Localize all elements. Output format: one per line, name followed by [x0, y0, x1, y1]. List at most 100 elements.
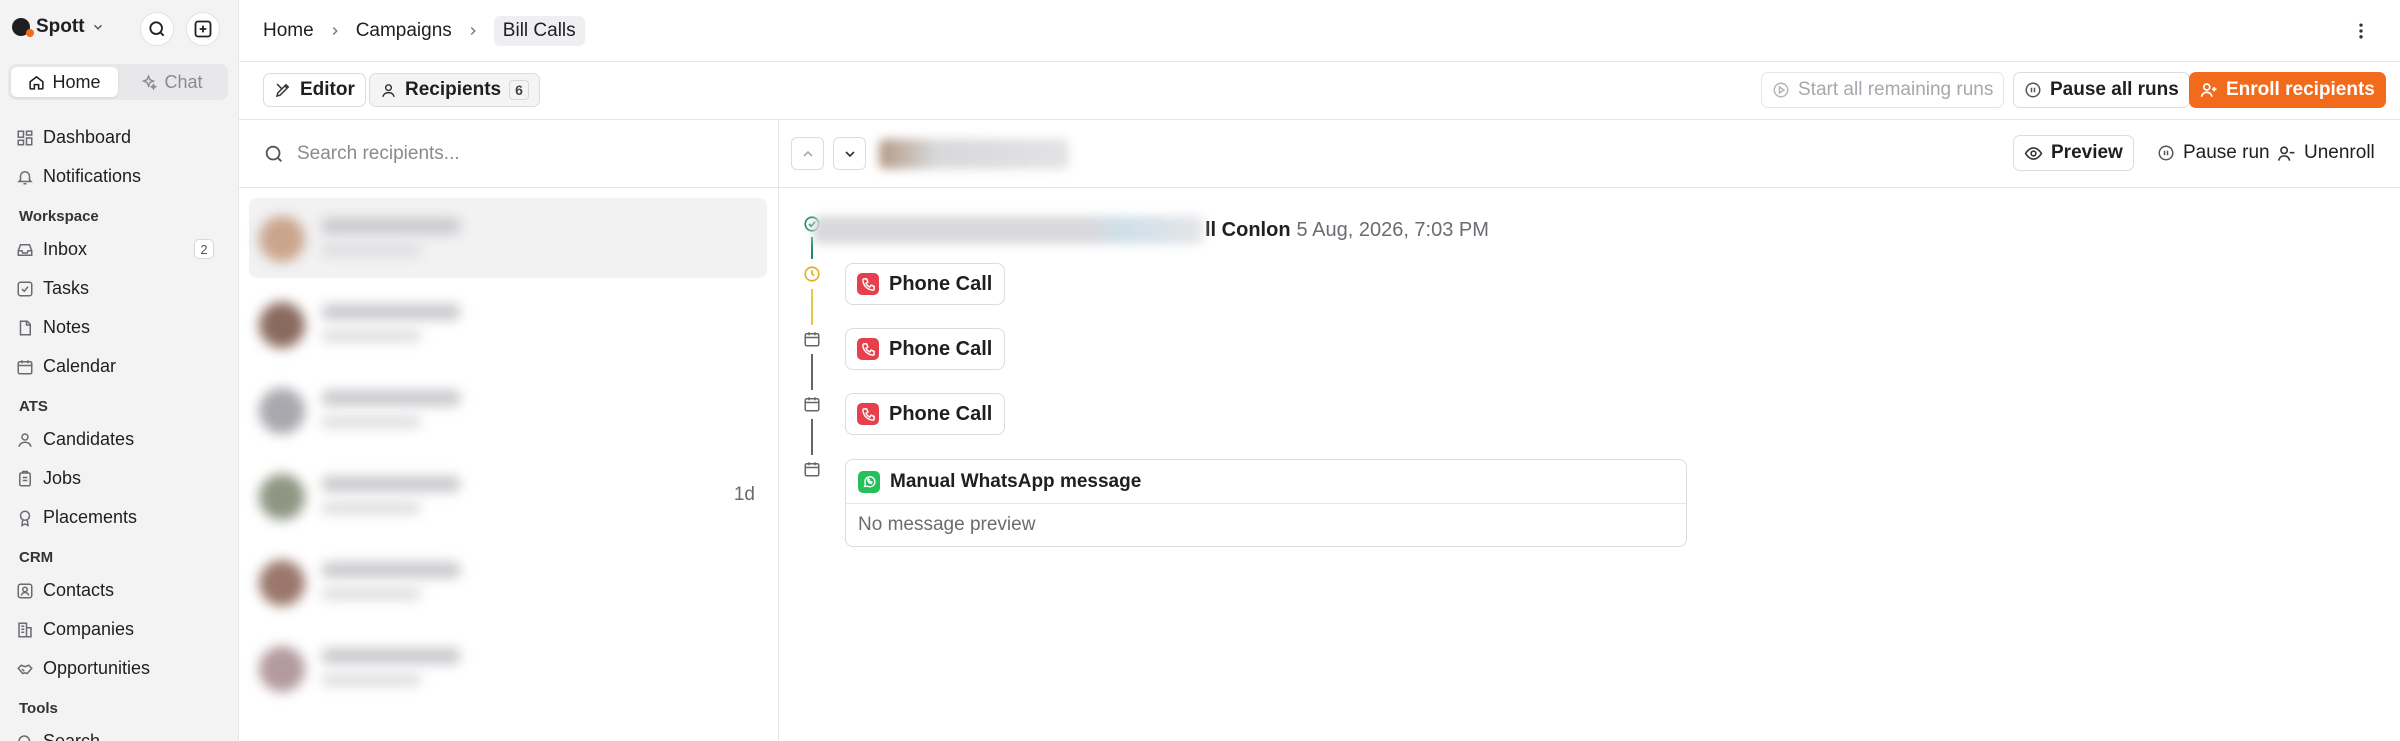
new-item-button[interactable]: [186, 12, 220, 46]
tab-chat-label: Chat: [164, 71, 203, 92]
search-icon: [18, 734, 31, 741]
sidebar-item-label: Jobs: [43, 468, 82, 488]
user-icon: [382, 83, 395, 97]
avatar: [259, 388, 305, 434]
preview-label: Preview: [2051, 142, 2123, 163]
sidebar-item-dashboard[interactable]: Dashboard: [0, 118, 238, 157]
sidebar-item-tasks[interactable]: Tasks: [0, 269, 238, 308]
search-recipients-input[interactable]: [297, 142, 757, 165]
sidebar-item-candidates[interactable]: Candidates: [0, 420, 238, 459]
whatsapp-icon: [858, 470, 880, 493]
timeline-connector: [811, 419, 813, 455]
unenroll-button[interactable]: Unenroll: [2267, 135, 2385, 171]
last-activity-time: 1d: [733, 484, 755, 505]
brand-name: Spott: [36, 16, 85, 37]
phone-call-step[interactable]: Phone Call: [845, 328, 1006, 370]
recipient-row[interactable]: [249, 542, 767, 622]
avatar: [259, 216, 305, 262]
pause-all-runs-button[interactable]: Pause all runs: [2013, 72, 2190, 108]
section-tools: Tools: [19, 700, 58, 717]
avatar: [259, 646, 305, 692]
avatar: [259, 560, 305, 606]
sidebar-item-opportunities[interactable]: Opportunities: [0, 649, 238, 688]
clipboard-icon: [19, 470, 31, 486]
breadcrumb-current[interactable]: Bill Calls: [493, 15, 585, 46]
inbox-count-badge: 2: [194, 239, 214, 259]
pause-run-label: Pause run: [2183, 142, 2270, 163]
sidebar-item-search[interactable]: Search: [0, 722, 238, 741]
search-icon: [149, 21, 165, 37]
recipient-row[interactable]: [249, 198, 767, 278]
pause-run-button[interactable]: Pause run: [2147, 135, 2280, 171]
dashboard-icon: [17, 130, 33, 145]
play-circle-icon: [1773, 82, 1789, 98]
breadcrumb-campaigns[interactable]: Campaigns: [356, 20, 452, 42]
recipient-row[interactable]: [249, 370, 767, 450]
recipient-search: [239, 120, 778, 188]
sidebar-item-label: Contacts: [43, 580, 115, 600]
section-ats: ATS: [19, 398, 48, 415]
redacted-detail: [321, 416, 421, 428]
sidebar-item-jobs[interactable]: Jobs: [0, 459, 238, 498]
breadcrumb: Home Campaigns Bill Calls: [239, 0, 2400, 62]
sidebar-item-label: Notes: [43, 317, 91, 337]
sidebar: Spott Home Chat Dashboard Notifications …: [0, 0, 238, 741]
search-button[interactable]: [140, 12, 174, 46]
sidebar-item-label: Opportunities: [43, 658, 151, 678]
run-recipient-name: ll Conlon: [1205, 218, 1291, 241]
plus-square-icon: [194, 20, 212, 38]
sidebar-item-companies[interactable]: Companies: [0, 610, 238, 649]
campaign-toolbar: Editor Recipients 6 Start all remaining …: [239, 62, 2400, 120]
workspace-switcher[interactable]: Spott: [12, 12, 105, 42]
sidebar-item-inbox[interactable]: Inbox 2: [0, 230, 238, 269]
redacted-name: [321, 476, 461, 492]
sidebar-item-notifications[interactable]: Notifications: [0, 157, 238, 196]
spott-logo: [12, 18, 34, 37]
sidebar-item-placements[interactable]: Placements: [0, 498, 238, 537]
pause-circle-icon: [2025, 82, 2041, 98]
check-square-icon: [17, 281, 33, 296]
sidebar-item-calendar[interactable]: Calendar: [0, 347, 238, 386]
phone-icon: [857, 273, 879, 295]
pause-circle-icon: [2158, 145, 2174, 161]
recipient-row[interactable]: [249, 628, 767, 708]
calendar-icon: [804, 462, 820, 477]
enroll-recipients-button[interactable]: Enroll recipients: [2189, 72, 2386, 108]
calendar-icon: [804, 332, 820, 347]
clock-icon: [804, 266, 820, 282]
sidebar-item-notes[interactable]: Notes: [0, 308, 238, 347]
editor-tab[interactable]: Editor: [263, 73, 366, 107]
sidebar-item-contacts[interactable]: Contacts: [0, 571, 238, 610]
search-icon: [265, 145, 282, 162]
phone-call-step[interactable]: Phone Call: [845, 263, 1006, 305]
previous-recipient-button[interactable]: [791, 137, 824, 170]
start-remaining-runs-button[interactable]: Start all remaining runs: [1761, 72, 2005, 108]
avatar: [259, 474, 305, 520]
home-chat-switch: Home Chat: [8, 64, 228, 100]
section-workspace: Workspace: [19, 208, 99, 225]
breadcrumb-home[interactable]: Home: [263, 20, 314, 42]
run-date: 5 Aug, 2026, 7:03 PM: [1296, 218, 1489, 241]
whatsapp-step-card[interactable]: Manual WhatsApp message No message previ…: [845, 459, 1687, 547]
timeline-connector: [811, 354, 813, 390]
recipient-detail-panel: Preview Pause run Unenroll ll Conlon 5 A…: [779, 120, 2400, 741]
phone-call-step[interactable]: Phone Call: [845, 393, 1006, 435]
recipient-row[interactable]: 1d: [249, 456, 767, 536]
more-vertical-icon[interactable]: [2351, 20, 2371, 42]
recipients-count-badge: 6: [509, 80, 529, 100]
preview-button[interactable]: Preview: [2013, 135, 2134, 171]
sidebar-item-label: Calendar: [43, 356, 117, 376]
redacted-name: [321, 648, 461, 664]
recipient-row[interactable]: [249, 284, 767, 364]
sidebar-item-label: Tasks: [43, 278, 90, 298]
tab-home[interactable]: Home: [11, 67, 118, 97]
sidebar-item-label: Placements: [43, 507, 138, 527]
redacted-detail: [321, 244, 421, 256]
recipients-tab[interactable]: Recipients 6: [369, 73, 540, 107]
calendar-icon: [804, 397, 820, 412]
redacted-detail: [321, 330, 421, 342]
tab-chat[interactable]: Chat: [118, 67, 225, 97]
next-recipient-button[interactable]: [833, 137, 866, 170]
inbox-icon: [17, 243, 33, 256]
section-crm: CRM: [19, 549, 54, 566]
